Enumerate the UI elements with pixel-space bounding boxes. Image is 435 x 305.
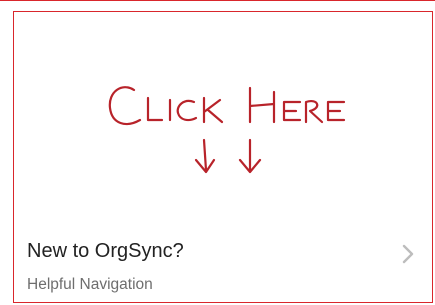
handwritten-letter-h — [248, 86, 276, 124]
handwritten-arrow-down-1 — [194, 138, 216, 174]
handwritten-letter-c2 — [176, 99, 198, 122]
card-title: New to OrgSync? — [27, 240, 184, 262]
handwritten-arrow-down-2 — [238, 138, 262, 174]
handwritten-letter-r — [304, 100, 324, 124]
chevron-right-icon[interactable] — [400, 242, 416, 266]
handwritten-letter-e — [282, 100, 302, 122]
click-here-handwriting — [104, 80, 364, 190]
handwritten-letter-k — [202, 96, 224, 124]
handwritten-letter-l — [146, 96, 164, 122]
card-subtitle: Helpful Navigation — [27, 276, 153, 293]
top-divider — [0, 0, 435, 11]
new-to-orgsync-card[interactable]: New to OrgSync? Helpful Navigation — [13, 11, 433, 303]
handwritten-letter-c — [108, 86, 142, 126]
handwritten-letter-e2 — [326, 100, 346, 122]
